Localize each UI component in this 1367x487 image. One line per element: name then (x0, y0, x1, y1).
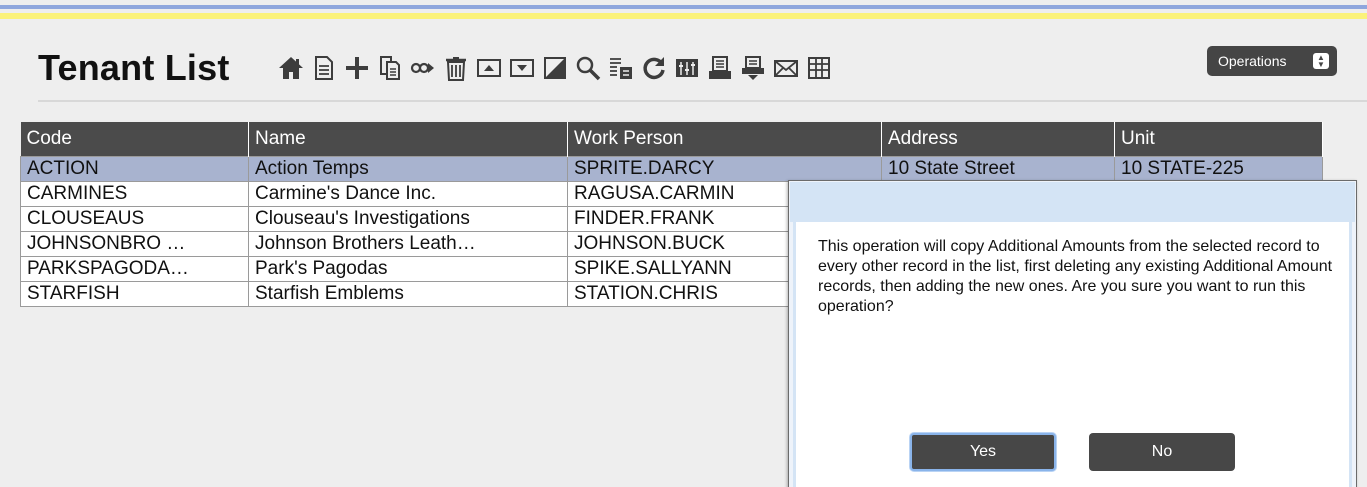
cell-unit: 10 STATE-225 (1114, 155, 1323, 182)
cell-code: JOHNSONBRO … (20, 230, 249, 257)
cell-name: Clouseau's Investigations (248, 205, 568, 232)
plus-icon[interactable] (340, 50, 373, 86)
confirm-dialog: This operation will copy Additional Amou… (788, 180, 1357, 487)
cell-address: 10 State Street (881, 155, 1115, 182)
column-header-unit[interactable]: Unit (1114, 122, 1323, 156)
header-divider (38, 100, 1367, 102)
column-header-code[interactable]: Code (20, 122, 249, 156)
cell-name: Starfish Emblems (248, 280, 568, 307)
move-down-icon[interactable] (505, 50, 538, 86)
grid-icon[interactable] (802, 50, 835, 86)
filter-icon[interactable] (604, 50, 637, 86)
operations-label: Operations (1218, 53, 1287, 69)
cell-code: STARFISH (20, 280, 249, 307)
cell-code: PARKSPAGODA… (20, 255, 249, 282)
table-header-row: Code Name Work Person Address Unit (20, 122, 1323, 156)
cell-code: CARMINES (20, 180, 249, 207)
table-row[interactable]: ACTION Action Temps SPRITE.DARCY 10 Stat… (20, 155, 1323, 182)
toolbar (274, 50, 835, 86)
column-header-work-person[interactable]: Work Person (567, 122, 882, 156)
page-title: Tenant List (38, 47, 230, 88)
yes-button[interactable]: Yes (910, 433, 1056, 471)
print-icon[interactable] (703, 50, 736, 86)
chevron-up-down-icon: ▲ ▼ (1313, 53, 1329, 69)
cell-name: Action Temps (248, 155, 568, 182)
print-preview-icon[interactable] (736, 50, 769, 86)
columns-icon[interactable] (670, 50, 703, 86)
cell-name: Park's Pagodas (248, 255, 568, 282)
column-header-name[interactable]: Name (248, 122, 568, 156)
trash-icon[interactable] (439, 50, 472, 86)
move-up-icon[interactable] (472, 50, 505, 86)
dialog-message: This operation will copy Additional Amou… (818, 238, 1333, 315)
refresh-icon[interactable] (637, 50, 670, 86)
top-accent-bar-yellow (0, 13, 1367, 19)
top-accent-bar-blue (0, 5, 1367, 9)
mail-icon[interactable] (769, 50, 802, 86)
yes-button-label: Yes (969, 443, 997, 460)
cell-code: CLOUSEAUS (20, 205, 249, 232)
document-icon[interactable] (307, 50, 340, 86)
link-icon[interactable] (406, 50, 439, 86)
dialog-titlebar[interactable] (790, 182, 1355, 222)
home-icon[interactable] (274, 50, 307, 86)
no-button[interactable]: No (1089, 433, 1235, 471)
operations-dropdown[interactable]: Operations ▲ ▼ (1207, 46, 1337, 76)
cell-work-person: SPRITE.DARCY (567, 155, 882, 182)
copy-icon[interactable] (373, 50, 406, 86)
cell-name: Carmine's Dance Inc. (248, 180, 568, 207)
cell-name: Johnson Brothers Leath… (248, 230, 568, 257)
edit-icon[interactable] (538, 50, 571, 86)
cell-code: ACTION (20, 155, 249, 182)
no-button-label: No (1151, 443, 1173, 460)
column-header-address[interactable]: Address (881, 122, 1115, 156)
search-icon[interactable] (571, 50, 604, 86)
